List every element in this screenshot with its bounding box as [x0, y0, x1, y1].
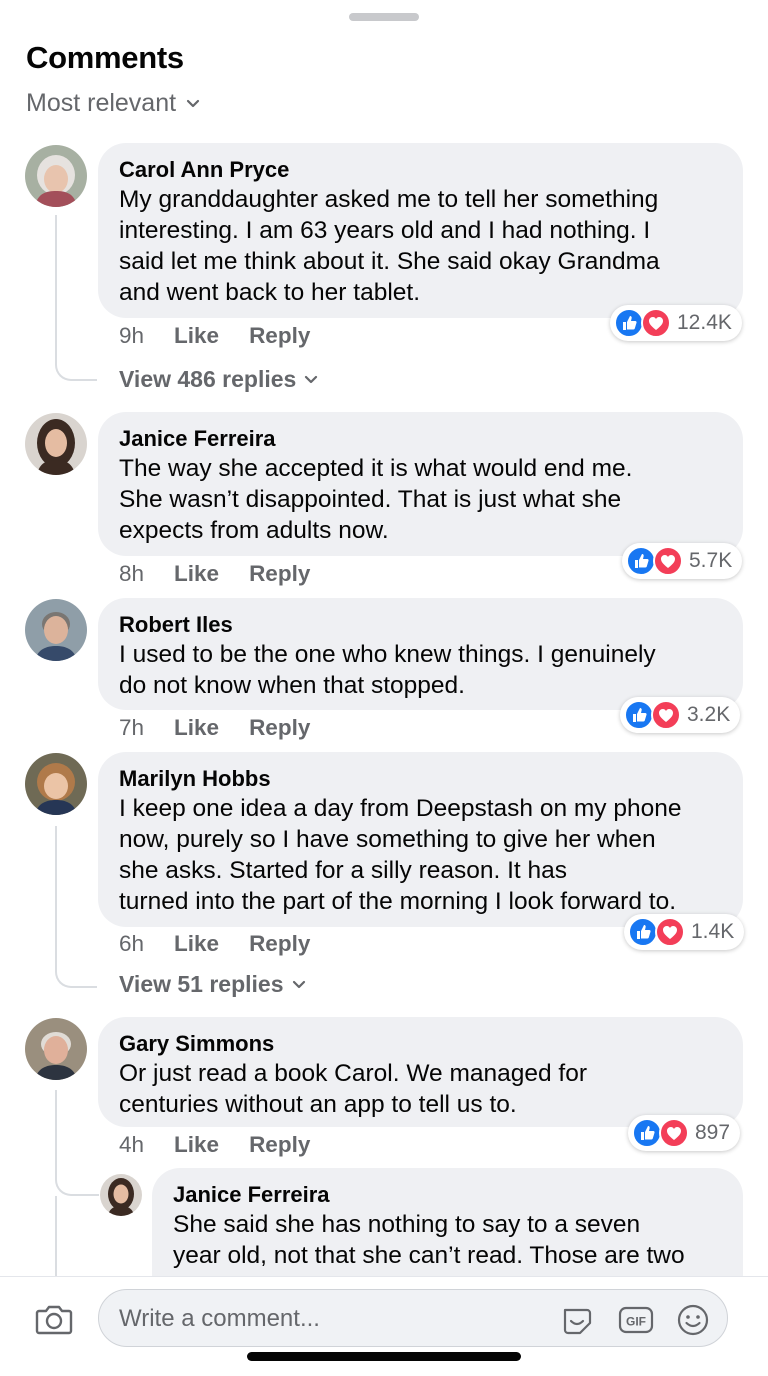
view-replies-label: View 51 replies: [119, 971, 284, 997]
comment-composer-bar: Write a comment... GIF: [0, 1276, 768, 1376]
comment-author[interactable]: Carol Ann Pryce: [119, 156, 723, 184]
reply-button[interactable]: Reply: [249, 931, 310, 957]
comment-actions: 9h Like Reply: [119, 323, 340, 349]
like-button[interactable]: Like: [174, 1132, 219, 1158]
reaction-count: 12.4K: [677, 311, 732, 334]
love-reaction-icon: [659, 1118, 689, 1148]
like-button[interactable]: Like: [174, 715, 219, 741]
comment-input[interactable]: Write a comment... GIF: [98, 1289, 728, 1347]
avatar[interactable]: [25, 1018, 87, 1080]
avatar[interactable]: [25, 599, 87, 661]
like-reaction-icon: [628, 917, 658, 947]
avatar[interactable]: [25, 145, 87, 207]
reaction-summary[interactable]: 1.4K: [624, 914, 745, 950]
comment-author[interactable]: Robert Iles: [119, 611, 723, 639]
thread-line: [55, 1090, 99, 1196]
view-replies-label: View 486 replies: [119, 366, 297, 392]
love-reaction-icon: [655, 917, 685, 947]
sort-dropdown[interactable]: Most relevant: [26, 89, 200, 118]
chevron-down-icon: [292, 980, 305, 988]
comment-timestamp: 9h: [119, 323, 145, 348]
comment-bubble[interactable]: Marilyn Hobbs I keep one idea a day from…: [98, 752, 743, 927]
chevron-down-icon: [305, 375, 318, 383]
comment-bubble[interactable]: Gary Simmons Or just read a book Carol. …: [98, 1017, 743, 1127]
svg-text:GIF: GIF: [626, 1315, 646, 1329]
love-reaction-icon: [651, 700, 681, 730]
reaction-count: 1.4K: [691, 920, 735, 943]
like-reaction-icon: [614, 308, 644, 338]
home-indicator[interactable]: [247, 1352, 521, 1361]
reaction-summary[interactable]: 3.2K: [620, 697, 741, 733]
page-title: Comments: [26, 40, 184, 75]
sticker-icon[interactable]: [559, 1302, 595, 1338]
reaction-summary[interactable]: 5.7K: [622, 543, 743, 579]
camera-icon[interactable]: [34, 1299, 74, 1339]
like-reaction-icon: [632, 1118, 662, 1148]
comment-actions: 6h Like Reply: [119, 931, 340, 957]
gif-icon[interactable]: GIF: [617, 1302, 655, 1338]
love-reaction-icon: [641, 308, 671, 338]
reaction-count: 3.2K: [687, 703, 731, 726]
view-replies-link[interactable]: View 486 replies: [119, 366, 318, 393]
comment-bubble[interactable]: Robert Iles I used to be the one who kne…: [98, 598, 743, 710]
comment-timestamp: 4h: [119, 1132, 145, 1157]
comment-text: The way she accepted it is what would en…: [119, 455, 633, 544]
view-replies-link[interactable]: View 51 replies: [119, 971, 306, 998]
comment-timestamp: 8h: [119, 561, 145, 586]
comment-bubble[interactable]: Janice Ferreira The way she accepted it …: [98, 412, 743, 556]
reply-author[interactable]: Janice Ferreira: [173, 1181, 723, 1209]
like-reaction-icon: [624, 700, 654, 730]
thread-line: [55, 1196, 57, 1276]
sort-label: Most relevant: [26, 89, 177, 117]
thread-line: [55, 215, 97, 381]
comment-timestamp: 6h: [119, 931, 145, 956]
reaction-count: 897: [695, 1121, 731, 1144]
reply-button[interactable]: Reply: [249, 1132, 310, 1158]
like-button[interactable]: Like: [174, 561, 219, 587]
reaction-count: 5.7K: [689, 549, 733, 572]
reaction-summary[interactable]: 897: [628, 1115, 741, 1151]
comment-author[interactable]: Gary Simmons: [119, 1030, 723, 1058]
emoji-icon[interactable]: [675, 1302, 711, 1338]
thread-line: [55, 826, 97, 988]
reply-button[interactable]: Reply: [249, 715, 310, 741]
comment-actions: 4h Like Reply: [119, 1132, 340, 1158]
chevron-down-icon: [186, 99, 200, 107]
avatar[interactable]: [25, 413, 87, 475]
comment-text: I used to be the one who knew things. I …: [119, 641, 656, 699]
like-button[interactable]: Like: [174, 323, 219, 349]
comment-bubble[interactable]: Carol Ann Pryce My granddaughter asked m…: [98, 143, 743, 318]
comment-actions: 7h Like Reply: [119, 715, 340, 741]
comment-author[interactable]: Marilyn Hobbs: [119, 765, 723, 793]
reaction-summary[interactable]: 12.4K: [610, 305, 742, 341]
sheet-grabber[interactable]: [349, 13, 419, 21]
comment-timestamp: 7h: [119, 715, 145, 740]
like-button[interactable]: Like: [174, 931, 219, 957]
reply-button[interactable]: Reply: [249, 323, 310, 349]
love-reaction-icon: [653, 546, 683, 576]
comment-actions: 8h Like Reply: [119, 561, 340, 587]
comment-text: Or just read a book Carol. We managed fo…: [119, 1060, 588, 1118]
comment-author[interactable]: Janice Ferreira: [119, 425, 723, 453]
reply-button[interactable]: Reply: [249, 561, 310, 587]
comment-text: My granddaughter asked me to tell her so…: [119, 186, 660, 306]
avatar[interactable]: [100, 1174, 142, 1216]
avatar[interactable]: [25, 753, 87, 815]
comment-input-placeholder: Write a comment...: [119, 1305, 320, 1332]
comment-text: I keep one idea a day from Deepstash on …: [119, 795, 682, 915]
like-reaction-icon: [626, 546, 656, 576]
